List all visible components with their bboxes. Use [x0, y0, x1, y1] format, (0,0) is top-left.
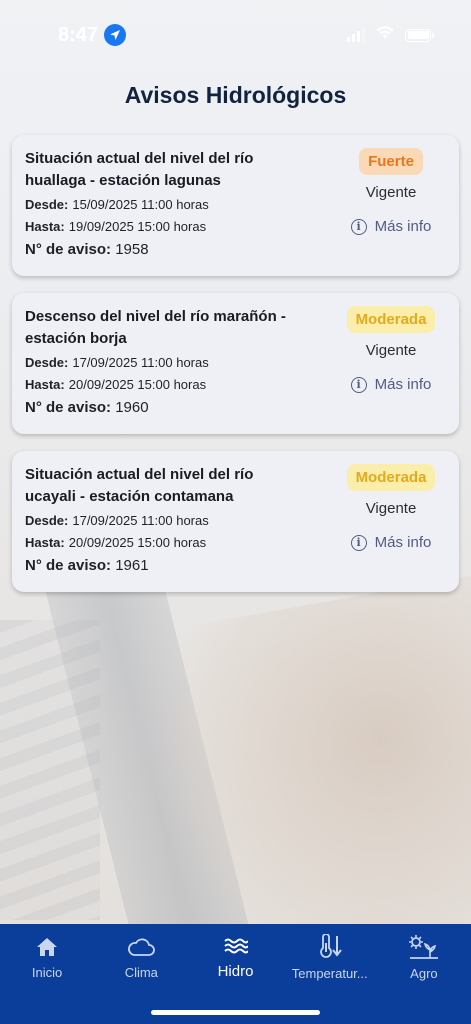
status-time: 8:47 — [58, 23, 99, 46]
aviso-number: 1958 — [115, 241, 149, 258]
aviso-label: N° de aviso: — [25, 557, 112, 574]
desde-label: Desde: — [25, 355, 69, 370]
hasta-value: 20/09/2025 15:00 horas — [68, 535, 207, 550]
desde-value: 17/09/2025 11:00 horas — [72, 355, 209, 370]
warning-card[interactable]: Situación actual del nivel del río ucaya… — [12, 451, 459, 592]
aviso-label: N° de aviso: — [25, 399, 112, 416]
nav-item-clima[interactable]: Clima — [94, 934, 188, 980]
warning-title: Descenso del nivel del río marañón - est… — [25, 308, 286, 347]
nav-label: Hidro — [217, 963, 254, 980]
more-info-label: Más info — [374, 376, 432, 393]
warning-card[interactable]: Situación actual del nivel del río huall… — [12, 135, 459, 276]
status-label: Vigente — [365, 500, 417, 517]
battery-icon — [405, 28, 434, 42]
aviso-label: N° de aviso: — [25, 241, 112, 258]
more-info-label: Más info — [374, 534, 432, 551]
nav-item-temperatura[interactable]: Temperatur... — [283, 934, 377, 981]
status-label: Vigente — [365, 184, 417, 201]
nav-item-inicio[interactable]: Inicio — [0, 934, 94, 980]
nav-label: Agro — [410, 966, 438, 981]
home-icon — [36, 934, 58, 959]
desde-label: Desde: — [25, 513, 69, 528]
desde-value: 15/09/2025 11:00 horas — [72, 197, 209, 212]
info-icon: i — [350, 218, 367, 235]
desde-label: Desde: — [25, 197, 69, 212]
more-info-label: Más info — [374, 218, 432, 235]
home-indicator[interactable] — [151, 1010, 320, 1015]
warnings-list: Situación actual del nivel del río huall… — [12, 135, 459, 609]
warning-title: Situación actual del nivel del río ucaya… — [25, 466, 254, 505]
wifi-icon — [375, 25, 395, 45]
warning-card[interactable]: Descenso del nivel del río marañón - est… — [12, 293, 459, 434]
location-arrow-icon — [104, 24, 127, 46]
info-icon: i — [350, 534, 367, 551]
severity-badge: Moderada — [346, 306, 436, 333]
cloud-icon — [127, 934, 156, 959]
bottom-nav: Inicio Clima Hidro Temperatur... Agro — [0, 924, 471, 1024]
nav-label: Temperatur... — [291, 966, 368, 981]
hasta-label: Hasta: — [25, 535, 65, 550]
page-title: Avisos Hidrológicos — [124, 82, 347, 108]
nav-label: Clima — [124, 965, 158, 980]
severity-badge: Fuerte — [359, 148, 423, 175]
hasta-value: 19/09/2025 15:00 horas — [68, 219, 207, 234]
nav-label: Inicio — [31, 965, 63, 980]
nav-item-hidro[interactable]: Hidro — [188, 934, 282, 980]
severity-badge: Moderada — [346, 464, 436, 491]
status-label: Vigente — [365, 342, 417, 359]
status-bar: 8:47 — [0, 0, 471, 70]
cellular-signal-icon — [347, 28, 365, 42]
more-info-link[interactable]: i Más info — [350, 376, 432, 393]
warning-title: Situación actual del nivel del río huall… — [25, 150, 254, 189]
hasta-label: Hasta: — [25, 219, 65, 234]
desde-value: 17/09/2025 11:00 horas — [72, 513, 209, 528]
hasta-value: 20/09/2025 15:00 horas — [68, 377, 207, 392]
info-icon: i — [350, 376, 367, 393]
agro-icon — [408, 934, 440, 960]
nav-item-agro[interactable]: Agro — [377, 934, 471, 981]
aviso-number: 1960 — [115, 399, 149, 416]
waves-icon — [223, 934, 248, 957]
thermometer-icon — [316, 934, 344, 960]
more-info-link[interactable]: i Más info — [350, 534, 432, 551]
aviso-number: 1961 — [115, 557, 149, 574]
more-info-link[interactable]: i Más info — [350, 218, 432, 235]
hasta-label: Hasta: — [25, 377, 65, 392]
